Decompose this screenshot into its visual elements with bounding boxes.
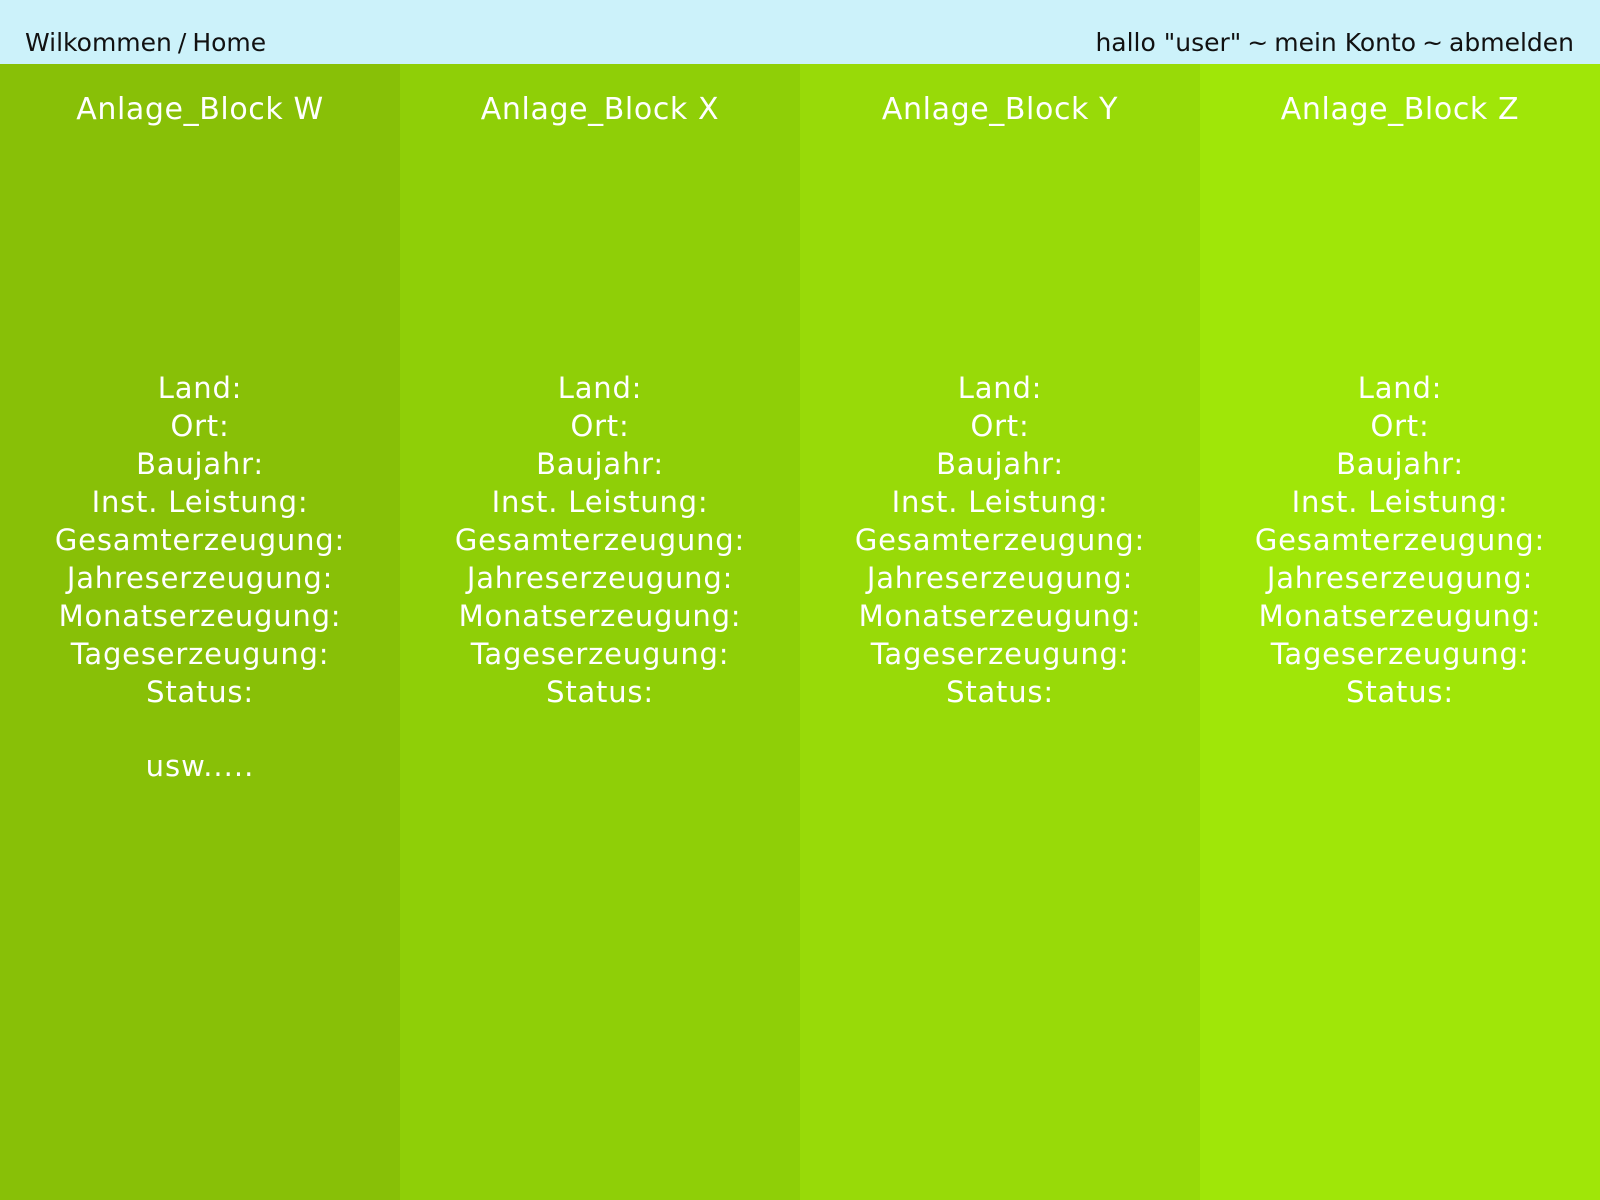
field-inst-leistung: Inst. Leistung: xyxy=(1291,485,1509,519)
field-ort: Ort: xyxy=(970,409,1030,443)
logout-link[interactable]: abmelden xyxy=(1449,28,1574,57)
field-jahreserzeugung: Jahreserzeugung: xyxy=(466,561,734,595)
field-tageserzeugung: Tageserzeugung: xyxy=(70,637,330,671)
plant-field-list: Land: Ort: Baujahr: Inst. Leistung: Gesa… xyxy=(0,369,400,711)
user-nav: hallo "user" ~ mein Konto ~ abmelden xyxy=(1095,28,1574,58)
field-baujahr: Baujahr: xyxy=(936,447,1064,481)
field-tageserzeugung: Tageserzeugung: xyxy=(1270,637,1530,671)
plant-title-y[interactable]: Anlage_Block Y xyxy=(800,92,1200,128)
plant-field-list: Land: Ort: Baujahr: Inst. Leistung: Gesa… xyxy=(1200,369,1600,711)
field-monatserzeugung: Monatserzeugung: xyxy=(458,599,742,633)
field-inst-leistung: Inst. Leistung: xyxy=(91,485,309,519)
field-baujahr: Baujahr: xyxy=(1336,447,1464,481)
field-ort: Ort: xyxy=(170,409,230,443)
field-inst-leistung: Inst. Leistung: xyxy=(891,485,1109,519)
plant-column-x: Anlage_Block X Land: Ort: Baujahr: Inst.… xyxy=(400,64,800,1200)
my-account-link[interactable]: mein Konto xyxy=(1274,28,1416,57)
field-tageserzeugung: Tageserzeugung: xyxy=(470,637,730,671)
field-ort: Ort: xyxy=(1370,409,1430,443)
breadcrumb-home-link[interactable]: Home xyxy=(192,28,266,57)
field-gesamterzeugung: Gesamterzeugung: xyxy=(1254,523,1546,557)
field-baujahr: Baujahr: xyxy=(536,447,664,481)
field-monatserzeugung: Monatserzeugung: xyxy=(858,599,1142,633)
user-nav-separator: ~ xyxy=(1247,28,1269,57)
field-ort: Ort: xyxy=(570,409,630,443)
field-monatserzeugung: Monatserzeugung: xyxy=(1258,599,1542,633)
field-status: Status: xyxy=(946,675,1054,709)
user-greeting: hallo "user" xyxy=(1095,28,1242,57)
plant-title-w[interactable]: Anlage_Block W xyxy=(0,92,400,128)
field-gesamterzeugung: Gesamterzeugung: xyxy=(54,523,346,557)
field-gesamterzeugung: Gesamterzeugung: xyxy=(454,523,746,557)
field-status: Status: xyxy=(146,675,254,709)
field-inst-leistung: Inst. Leistung: xyxy=(491,485,709,519)
field-jahreserzeugung: Jahreserzeugung: xyxy=(1266,561,1534,595)
field-monatserzeugung: Monatserzeugung: xyxy=(58,599,342,633)
breadcrumb: Wilkommen / Home xyxy=(25,28,266,58)
field-land: Land: xyxy=(557,371,643,405)
field-gesamterzeugung: Gesamterzeugung: xyxy=(854,523,1146,557)
field-jahreserzeugung: Jahreserzeugung: xyxy=(866,561,1134,595)
field-status: Status: xyxy=(546,675,654,709)
plant-columns: Anlage_Block W Land: Ort: Baujahr: Inst.… xyxy=(0,64,1600,1200)
field-land: Land: xyxy=(957,371,1043,405)
breadcrumb-separator: / xyxy=(177,28,187,57)
plant-column-w: Anlage_Block W Land: Ort: Baujahr: Inst.… xyxy=(0,64,400,1200)
plant-field-list: Land: Ort: Baujahr: Inst. Leistung: Gesa… xyxy=(800,369,1200,711)
plant-field-list: Land: Ort: Baujahr: Inst. Leistung: Gesa… xyxy=(400,369,800,711)
field-status: Status: xyxy=(1346,675,1454,709)
top-header: Wilkommen / Home hallo "user" ~ mein Konto ~ a… xyxy=(0,0,1600,64)
field-baujahr: Baujahr: xyxy=(136,447,264,481)
plant-column-y: Anlage_Block Y Land: Ort: Baujahr: Inst.… xyxy=(800,64,1200,1200)
plant-title-x[interactable]: Anlage_Block X xyxy=(400,92,800,128)
breadcrumb-welcome: Wilkommen xyxy=(25,28,172,57)
field-jahreserzeugung: Jahreserzeugung: xyxy=(66,561,334,595)
field-land: Land: xyxy=(157,371,243,405)
user-nav-separator: ~ xyxy=(1422,28,1444,57)
plant-title-z[interactable]: Anlage_Block Z xyxy=(1200,92,1600,128)
field-land: Land: xyxy=(1357,371,1443,405)
plant-column-z: Anlage_Block Z Land: Ort: Baujahr: Inst.… xyxy=(1200,64,1600,1200)
field-tageserzeugung: Tageserzeugung: xyxy=(870,637,1130,671)
more-text: usw..... xyxy=(145,749,255,783)
